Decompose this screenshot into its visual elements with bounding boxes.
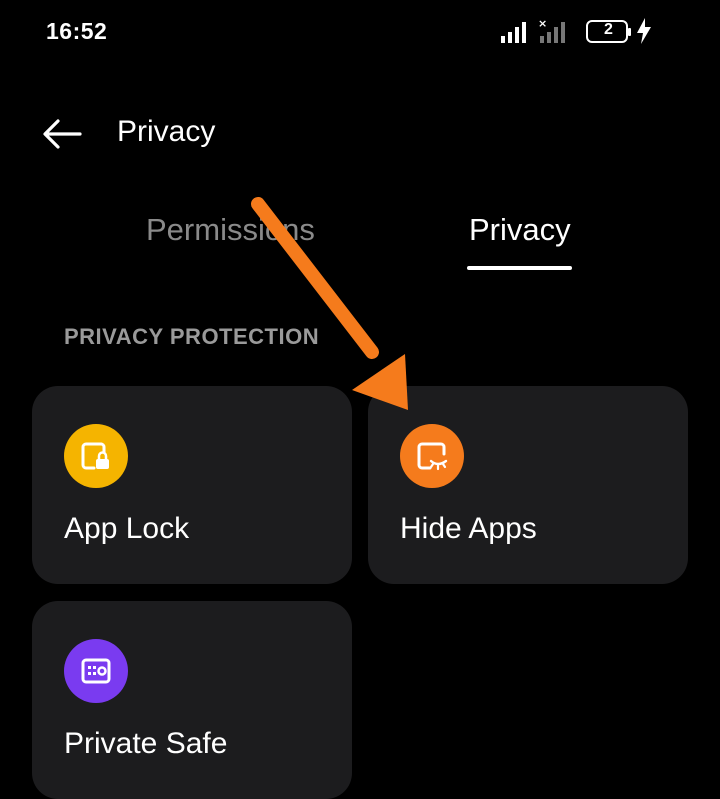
hide-apps-icon [417,442,448,471]
app-lock-label: App Lock [64,512,190,545]
app-lock-card[interactable]: App Lock [32,386,352,584]
back-arrow-icon [43,119,82,149]
private-safe-icon-badge [64,639,128,703]
hide-apps-label: Hide Apps [400,512,537,545]
signal-no-sim-icon: × [538,18,565,43]
status-bar: 16:52 × 2 [0,0,720,64]
tab-bar: Permissions Privacy [0,200,720,280]
back-button[interactable] [40,114,86,154]
private-safe-label: Private Safe [64,727,228,760]
signal-icon [501,22,526,43]
private-safe-card[interactable]: Private Safe [32,601,352,799]
charging-icon [637,18,651,44]
status-time: 16:52 [46,18,108,44]
private-safe-icon [81,658,111,684]
page-title: Privacy [117,115,216,148]
section-title: PRIVACY PROTECTION [64,324,320,349]
app-lock-icon-badge [64,424,128,488]
tab-privacy[interactable]: Privacy [469,212,571,248]
app-lock-icon [81,442,109,470]
header: Privacy [0,100,720,170]
battery-level: 2 [604,21,613,38]
tab-permissions[interactable]: Permissions [146,212,315,248]
svg-text:×: × [538,18,547,30]
hide-apps-icon-badge [400,424,464,488]
active-tab-indicator [467,266,572,270]
hide-apps-card[interactable]: Hide Apps [368,386,688,584]
